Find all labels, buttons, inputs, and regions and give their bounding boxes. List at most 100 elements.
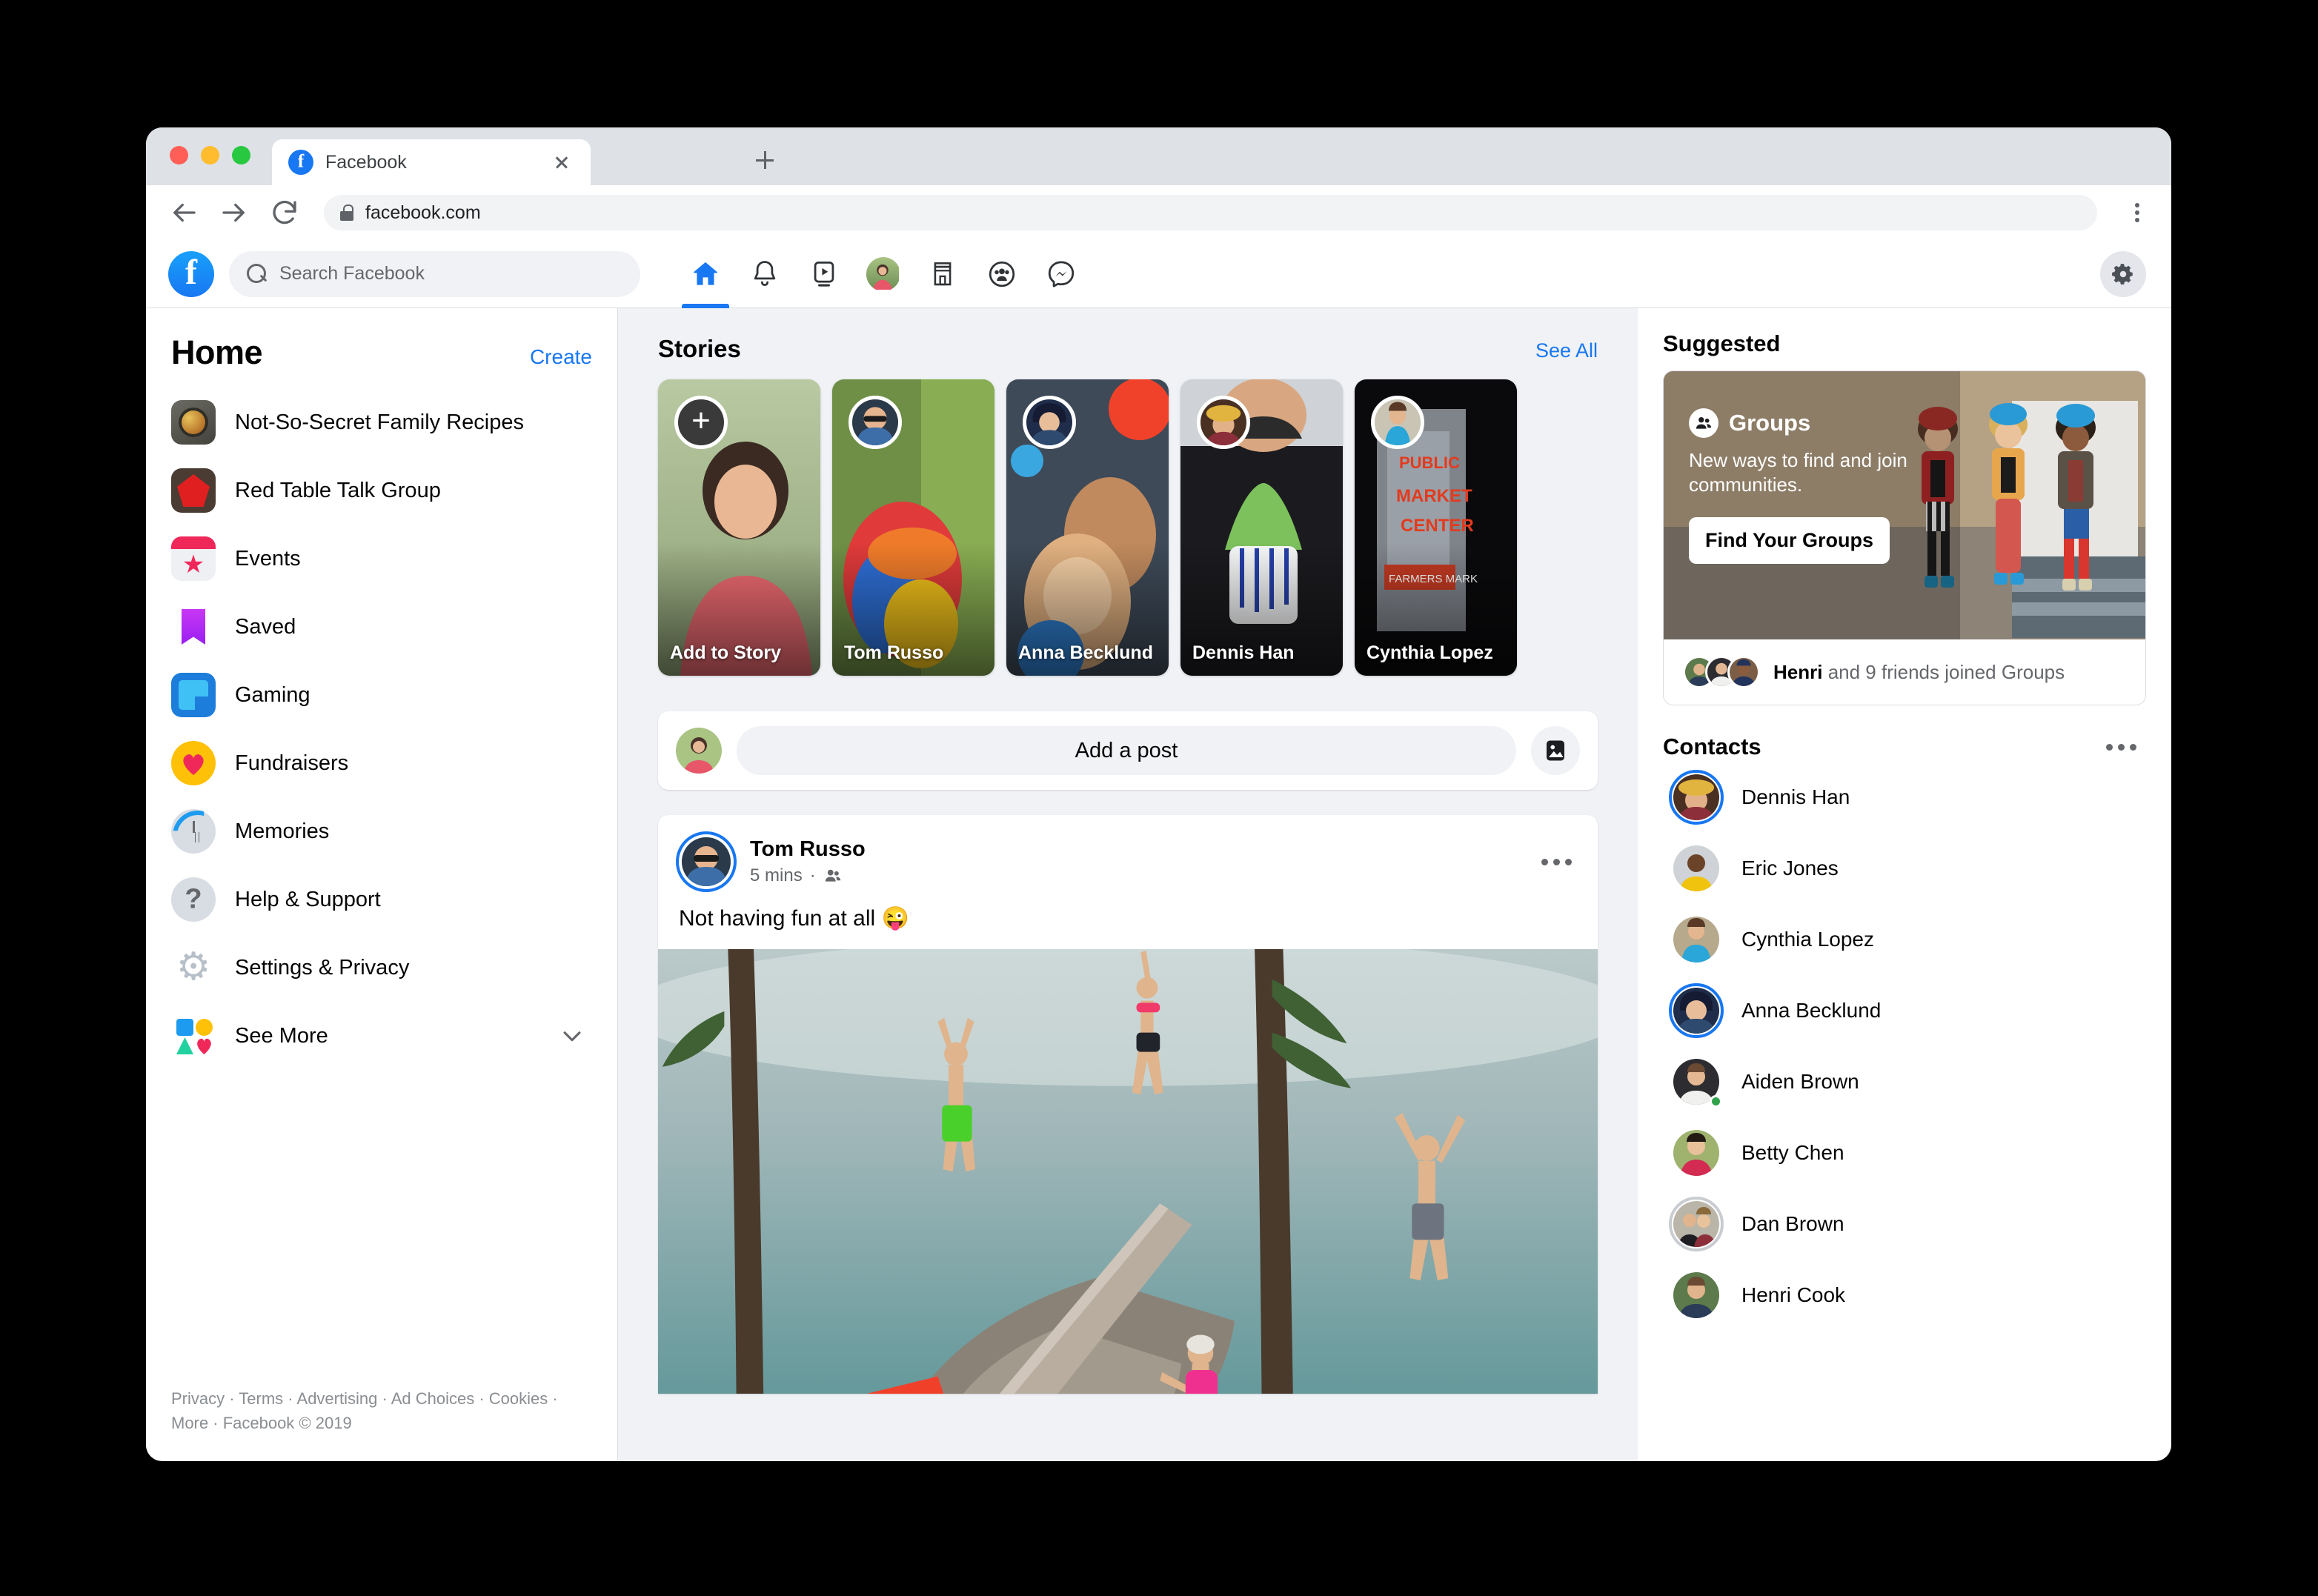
settings-gear-icon — [171, 945, 216, 990]
nav-tab-notifications[interactable] — [735, 240, 794, 308]
help-question-icon — [171, 877, 216, 922]
contact-name: Dan Brown — [1741, 1212, 1844, 1235]
facebook-logo-icon[interactable] — [168, 250, 214, 297]
story-card-dennis-han[interactable]: Dennis Han — [1180, 379, 1343, 676]
nav-tab-list — [676, 240, 1091, 308]
post-more-options-icon[interactable] — [1537, 847, 1577, 877]
story-author-avatar — [1023, 396, 1076, 449]
suggested-title: Suggested — [1663, 330, 1781, 356]
contact-row-anna-becklund[interactable]: Anna Becklund — [1663, 975, 2146, 1046]
contact-row-dan-brown[interactable]: Dan Brown — [1663, 1188, 2146, 1260]
nav-tab-marketplace[interactable] — [913, 240, 972, 308]
nav-tab-home[interactable] — [676, 240, 735, 308]
settings-button[interactable] — [2100, 250, 2146, 297]
sidebar-item-label: Gaming — [235, 682, 310, 707]
address-bar[interactable]: facebook.com — [324, 195, 2097, 230]
footer-link-advertising[interactable]: Advertising — [297, 1389, 378, 1408]
chevron-down-icon[interactable] — [559, 1023, 585, 1048]
post-subline: 5 mins · — [750, 865, 1522, 886]
footer-link-cookies[interactable]: Cookies — [489, 1389, 548, 1408]
close-tab-icon[interactable] — [549, 150, 574, 175]
contacts-title: Contacts — [1663, 734, 1761, 759]
window-traffic-lights — [170, 146, 250, 164]
browser-tab[interactable]: Facebook — [272, 139, 591, 185]
nav-tab-watch[interactable] — [794, 240, 854, 308]
sidebar-item-red-table-talk[interactable]: Red Table Talk Group — [167, 456, 597, 525]
facebook-top-nav: Search Facebook — [146, 240, 2171, 308]
online-status-dot — [1710, 1095, 1722, 1108]
stories-header: Stories See All — [618, 308, 1638, 379]
story-card-tom-russo[interactable]: Tom Russo — [832, 379, 994, 676]
close-window-button[interactable] — [170, 146, 188, 164]
contact-row-dennis-han[interactable]: Dennis Han — [1663, 762, 2146, 833]
suggested-groups-card[interactable]: Groups New ways to find and join communi… — [1663, 370, 2146, 705]
avatar — [1669, 983, 1724, 1038]
svg-text:CENTER: CENTER — [1401, 516, 1474, 536]
right-rail: Suggested Groups New ways to find and jo… — [1638, 308, 2171, 1460]
new-tab-button[interactable] — [750, 145, 780, 175]
add-post-input[interactable]: Add a post — [737, 726, 1516, 775]
footer-link-privacy[interactable]: Privacy — [171, 1389, 225, 1408]
story-name: Anna Becklund — [1018, 642, 1153, 663]
story-card-cynthia-lopez[interactable]: PUBLIC MARKET CENTER FARMERS MARK Cynthi… — [1355, 379, 1517, 676]
story-name: Cynthia Lopez — [1366, 642, 1493, 663]
contact-row-aiden-brown[interactable]: Aiden Brown — [1663, 1046, 2146, 1117]
bell-icon — [754, 260, 776, 286]
sidebar-item-saved[interactable]: Saved — [167, 593, 597, 661]
sidebar-item-help-support[interactable]: Help & Support — [167, 865, 597, 934]
sidebar-item-memories[interactable]: Memories — [167, 797, 597, 865]
post-author-name[interactable]: Tom Russo — [750, 837, 1522, 862]
facebook-favicon — [288, 150, 313, 175]
page-title: Home — [171, 333, 263, 371]
nav-tab-messenger[interactable] — [1032, 240, 1091, 308]
group-photo-redtable-icon — [171, 468, 216, 513]
create-link[interactable]: Create — [530, 345, 592, 369]
groups-icon — [1689, 408, 1718, 438]
search-icon — [247, 263, 268, 285]
forward-button[interactable] — [219, 197, 250, 228]
events-calendar-icon — [171, 536, 216, 581]
contact-name: Cynthia Lopez — [1741, 928, 1875, 951]
post-timestamp: 5 mins — [750, 865, 803, 885]
sidebar-item-see-more[interactable]: See More — [167, 1002, 597, 1070]
footer-link-terms[interactable]: Terms — [239, 1389, 283, 1408]
contacts-more-options-icon[interactable] — [2102, 732, 2142, 762]
search-placeholder: Search Facebook — [279, 263, 425, 284]
back-button[interactable] — [168, 197, 199, 228]
stories-see-all-link[interactable]: See All — [1535, 339, 1598, 362]
contact-row-eric-jones[interactable]: Eric Jones — [1663, 833, 2146, 904]
maximize-window-button[interactable] — [232, 146, 250, 164]
story-author-avatar — [849, 396, 902, 449]
svg-text:MARKET: MARKET — [1396, 486, 1472, 506]
footer-link-ad-choices[interactable]: Ad Choices — [391, 1389, 475, 1408]
sidebar-item-gaming[interactable]: Gaming — [167, 661, 597, 729]
avatar — [1669, 1197, 1724, 1251]
reload-button[interactable] — [269, 197, 300, 228]
contact-row-betty-chen[interactable]: Betty Chen — [1663, 1117, 2146, 1188]
post-image[interactable] — [658, 949, 1598, 1394]
suggested-hero-image: Groups New ways to find and join communi… — [1664, 371, 2145, 639]
contact-row-henri-cook[interactable]: Henri Cook — [1663, 1260, 2146, 1331]
browser-menu-icon[interactable] — [2125, 198, 2149, 227]
sidebar-item-fundraisers[interactable]: Fundraisers — [167, 729, 597, 797]
see-more-shapes-icon — [171, 1014, 216, 1058]
post-author-avatar[interactable] — [682, 837, 731, 886]
nav-tab-profile[interactable] — [854, 240, 913, 308]
find-your-groups-button[interactable]: Find Your Groups — [1689, 516, 1890, 564]
sidebar-item-events[interactable]: Events — [167, 525, 597, 593]
avatar — [1669, 1125, 1724, 1180]
search-input[interactable]: Search Facebook — [229, 250, 640, 297]
avatar — [1669, 1268, 1724, 1323]
story-card-add-to-story[interactable]: Add to Story — [658, 379, 820, 676]
contact-name: Aiden Brown — [1741, 1070, 1859, 1093]
sidebar-item-recipes[interactable]: Not-So-Secret Family Recipes — [167, 388, 597, 456]
center-feed: Stories See All + Add to Story Tom Russo… — [618, 308, 1638, 1460]
footer-link-more[interactable]: More — [171, 1414, 208, 1432]
minimize-window-button[interactable] — [201, 146, 219, 164]
add-photo-button[interactable] — [1531, 726, 1580, 775]
contact-row-cynthia-lopez[interactable]: Cynthia Lopez — [1663, 904, 2146, 975]
sidebar-item-settings-privacy[interactable]: Settings & Privacy — [167, 934, 597, 1002]
add-story-plus-icon[interactable] — [674, 396, 728, 449]
story-card-anna-becklund[interactable]: Anna Becklund — [1006, 379, 1169, 676]
nav-tab-groups[interactable] — [972, 240, 1032, 308]
